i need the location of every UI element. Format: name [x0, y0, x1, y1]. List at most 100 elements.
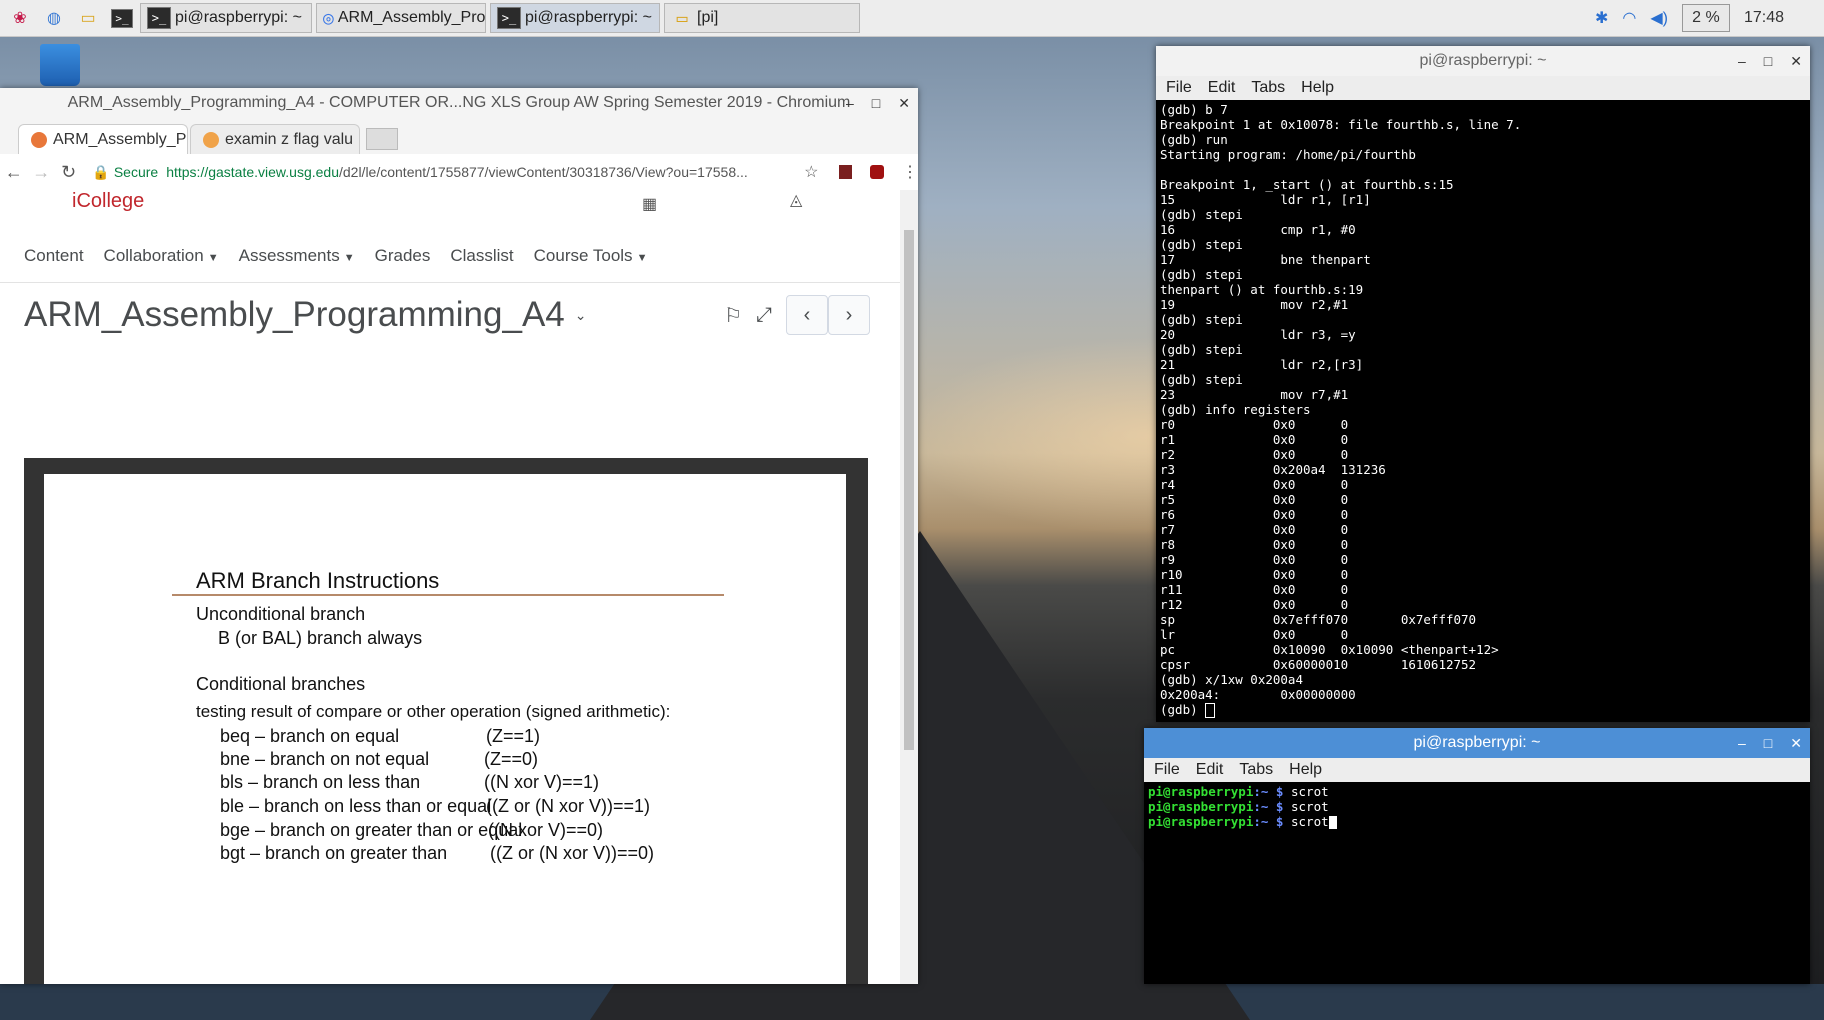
scrollbar-thumb[interactable]	[904, 230, 914, 750]
extension-icon[interactable]	[838, 165, 853, 179]
menu-help[interactable]: Help	[1301, 79, 1334, 97]
url-path: /d2l/le/content/1755877/viewContent/3031…	[338, 164, 748, 180]
close-icon[interactable]: ✕	[1790, 735, 1802, 752]
prompt-user: pi@raspberrypi	[1148, 814, 1254, 829]
menu-edit[interactable]: Edit	[1208, 79, 1236, 97]
clock: 17:48	[1743, 9, 1784, 26]
icollege-logo[interactable]: iCollege	[72, 190, 144, 213]
condition-name: ble – branch on less than or equal	[220, 796, 492, 816]
raspberry-menu-icon[interactable]: ❀	[6, 4, 34, 32]
taskbar-task-terminal-1[interactable]: >_ pi@raspberrypi: ~	[140, 3, 312, 33]
course-navbar: Content Collaboration ▼ Assessments ▼ Grad…	[0, 230, 900, 283]
terminal-line: pi@raspberrypi:~ $ scrot	[1148, 799, 1806, 814]
menu-help[interactable]: Help	[1289, 761, 1322, 779]
maximize-icon[interactable]: □	[1764, 53, 1772, 69]
bookmark-icon[interactable]: ⚐	[724, 303, 742, 328]
close-icon[interactable]: ✕	[1790, 53, 1802, 70]
taskbar-task-chromium[interactable]: ◎ ARM_Assembly_Prog...	[316, 3, 486, 33]
command-text: scrot	[1291, 784, 1329, 799]
previous-topic-button[interactable]: ‹	[786, 295, 828, 335]
minimize-icon[interactable]: –	[846, 95, 854, 111]
trash-icon[interactable]	[40, 44, 80, 86]
apps-grid-icon[interactable]: ▦	[642, 194, 657, 214]
conditional-intro: testing result of compare or other opera…	[196, 702, 671, 721]
menu-file[interactable]: File	[1166, 79, 1192, 97]
conditional-header: Conditional branches	[196, 674, 366, 694]
terminal-menubar: File Edit Tabs Help	[1144, 758, 1810, 782]
new-tab-button[interactable]	[366, 128, 398, 150]
task-label: pi@raspberrypi: ~	[525, 9, 652, 26]
nav-assessments[interactable]: Assessments ▼	[239, 246, 355, 266]
tab-examin-z-flag[interactable]: examin z flag valu ✕	[190, 124, 360, 154]
condition-name: bne – branch on not equal	[220, 749, 430, 769]
chevron-down-icon[interactable]: ⌄	[575, 307, 587, 324]
terminal-menubar: File Edit Tabs Help	[1156, 76, 1810, 100]
volume-icon[interactable]: ◀)	[1650, 8, 1668, 28]
menu-icon[interactable]: ⋮	[902, 162, 918, 182]
command-text: scrot	[1291, 799, 1329, 814]
address-bar: ← → ↻ 🔒 Secure https://gastate.view.usg.…	[0, 154, 918, 191]
ublock-icon[interactable]	[870, 165, 884, 179]
minimize-icon[interactable]: –	[1738, 735, 1746, 751]
nav-collaboration[interactable]: Collaboration ▼	[104, 246, 219, 266]
menu-tabs[interactable]: Tabs	[1239, 761, 1273, 779]
condition-name: bge – branch on greater than or equal	[220, 820, 523, 840]
maximize-icon[interactable]: □	[872, 95, 880, 111]
folder-icon: ▭	[676, 7, 688, 29]
next-topic-button[interactable]: ›	[828, 295, 870, 335]
url-field[interactable]: https://gastate.view.usg.edu/d2l/le/cont…	[166, 164, 794, 180]
close-icon[interactable]: ✕	[898, 95, 910, 112]
d2l-header: iCollege ▦ ◬	[0, 190, 900, 230]
condition-flag: (Z==0)	[484, 749, 539, 769]
reload-icon[interactable]: ↻	[55, 162, 82, 183]
taskbar: ❀ ◍ ▭ >_ >_ pi@raspberrypi: ~ ◎ ARM_Asse…	[0, 0, 1824, 37]
wifi-icon[interactable]: ◠	[1622, 8, 1636, 28]
page-scrollbar[interactable]	[900, 190, 918, 984]
bookmark-star-icon[interactable]: ☆	[804, 162, 818, 182]
tab-label: examin z flag valu	[225, 130, 354, 148]
back-icon[interactable]: ←	[0, 162, 27, 183]
fullscreen-icon[interactable]: ⤢	[756, 304, 772, 327]
notifications-icon[interactable]: ◬	[790, 190, 802, 210]
forward-icon[interactable]: →	[27, 162, 54, 183]
terminal-icon: >_	[147, 7, 171, 29]
close-tab-icon[interactable]: ✕	[186, 130, 187, 150]
maximize-icon[interactable]: □	[1764, 735, 1772, 751]
tab-strip: ARM_Assembly_P ✕ examin z flag valu ✕	[0, 118, 918, 154]
terminal-cursor	[1205, 703, 1216, 718]
chromium-window: ARM_Assembly_Programming_A4 - COMPUTER O…	[0, 88, 918, 984]
web-page: iCollege ▦ ◬ Content Collaboration ▼ Asse…	[0, 190, 900, 984]
tab-arm-assembly[interactable]: ARM_Assembly_P ✕	[18, 124, 188, 154]
menu-edit[interactable]: Edit	[1196, 761, 1224, 779]
taskbar-task-folder[interactable]: ▭ [pi]	[664, 3, 860, 33]
menu-tabs[interactable]: Tabs	[1251, 79, 1285, 97]
chevron-left-icon: ‹	[803, 303, 811, 326]
tab-label: ARM_Assembly_P	[53, 130, 187, 148]
condition-name: bgt – branch on greater than	[220, 843, 448, 863]
terminal-output[interactable]: (gdb) b 7 Breakpoint 1 at 0x10078: file …	[1156, 100, 1810, 720]
unconditional-item: B (or BAL) branch always	[218, 628, 423, 648]
bluetooth-icon[interactable]: ✱	[1595, 8, 1608, 28]
browser-title-bar: ARM_Assembly_Programming_A4 - COMPUTER O…	[0, 88, 918, 118]
terminal-launcher-icon[interactable]: >_	[108, 4, 136, 32]
nav-classlist[interactable]: Classlist	[450, 246, 513, 266]
nav-course-tools[interactable]: Course Tools ▼	[534, 246, 648, 266]
terminal-line: pi@raspberrypi:~ $ scrot	[1148, 814, 1806, 829]
nav-grades[interactable]: Grades	[375, 246, 431, 266]
close-tab-icon[interactable]: ✕	[353, 130, 359, 150]
chevron-down-icon: ▼	[207, 252, 219, 264]
chevron-down-icon: ▼	[343, 252, 355, 264]
taskbar-task-terminal-2[interactable]: >_ pi@raspberrypi: ~	[490, 3, 660, 33]
file-manager-icon[interactable]: ▭	[74, 4, 102, 32]
task-label: pi@raspberrypi: ~	[175, 9, 302, 26]
terminal-output[interactable]: pi@raspberrypi:~ $ scrot pi@raspberrypi:~…	[1144, 782, 1810, 831]
window-title: pi@raspberrypi: ~	[1419, 52, 1547, 69]
nav-content[interactable]: Content	[24, 246, 84, 266]
menu-file[interactable]: File	[1154, 761, 1180, 779]
web-browser-icon[interactable]: ◍	[40, 4, 68, 32]
document-viewer: ARM Branch Instructions Unconditional br…	[24, 458, 868, 984]
task-label: [pi]	[697, 9, 719, 26]
minimize-icon[interactable]: –	[1738, 53, 1746, 69]
terminal-title-bar: pi@raspberrypi: ~ – □ ✕	[1144, 728, 1810, 758]
condition-flag: ((Z or (N xor V))==1)	[486, 796, 651, 816]
